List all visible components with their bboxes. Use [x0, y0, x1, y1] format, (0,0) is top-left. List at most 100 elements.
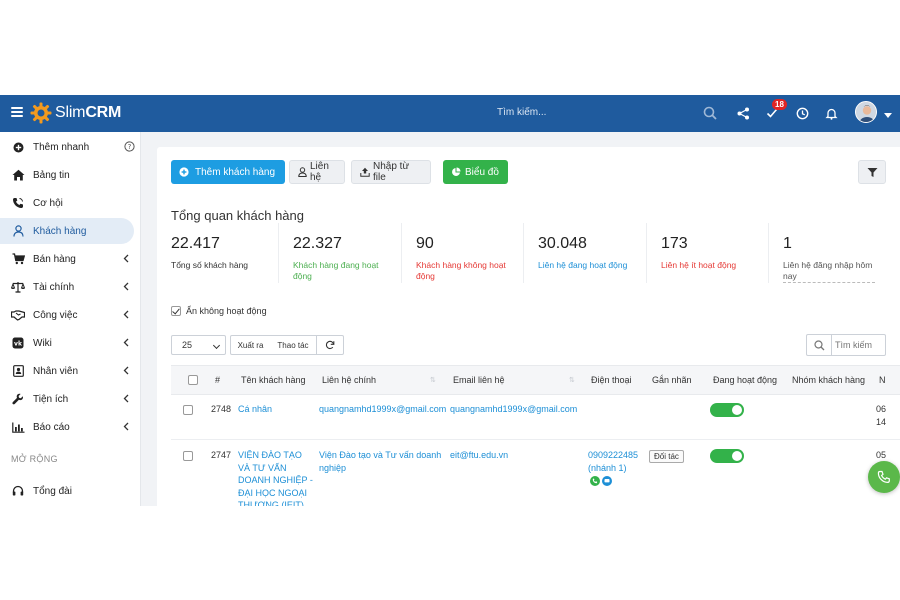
sidebar-item-finance[interactable]: Tài chính — [0, 274, 141, 300]
col-next[interactable]: N — [879, 375, 886, 385]
select-all-checkbox[interactable] — [188, 375, 198, 385]
contact-link[interactable]: Viện Đào tạo và Tư vấn doanh nghiệp — [319, 449, 445, 474]
table-search[interactable] — [806, 334, 886, 356]
chevron-left-icon — [123, 282, 129, 294]
stat-card[interactable]: 22.417 Tổng số khách hàng — [171, 235, 271, 291]
sidebar-item-label: Tiện ích — [33, 393, 69, 405]
plus-circle-icon — [179, 167, 189, 177]
stat-value: 22.417 — [171, 235, 220, 252]
sort-icon[interactable]: ⇅ — [569, 376, 575, 384]
stat-card[interactable]: 30.048 Liên hệ đang hoạt động — [538, 235, 638, 291]
tag-badge[interactable]: Đối tác — [649, 450, 684, 463]
sort-icon[interactable]: ⇅ — [430, 376, 436, 384]
sidebar-item-call-center[interactable]: Tổng đài — [0, 478, 141, 504]
sidebar-item-wiki[interactable]: vk Wiki — [0, 330, 141, 356]
sidebar-item-label: Công việc — [33, 309, 78, 321]
sidebar-item-tasks[interactable]: Công việc — [0, 302, 141, 328]
page-size-select[interactable]: 25 — [171, 335, 226, 355]
logo-crm: CRM — [85, 104, 122, 121]
col-phone[interactable]: Điện thoại — [591, 375, 632, 385]
col-tags[interactable]: Gắn nhãn — [652, 375, 692, 385]
stat-label: Khách hàng không hoạt động — [416, 260, 506, 281]
phone-link[interactable]: 0909222485 (nhánh 1) — [588, 449, 644, 474]
customer-name-link[interactable]: VIỆN ĐÀO TẠO VÀ TƯ VẤN DOANH NGHIỆP - ĐẠ… — [238, 449, 314, 506]
help-icon[interactable]: ? — [124, 141, 135, 155]
stat-card[interactable]: 1 Liên hệ đăng nhập hôm nay — [783, 235, 875, 291]
contact-link[interactable]: quangnamhd1999x@gmail.com — [319, 403, 446, 416]
stat-card[interactable]: 90 Khách hàng không hoạt động — [416, 235, 516, 291]
hide-inactive-filter[interactable]: Ẩn không hoạt động — [171, 306, 267, 316]
sidebar-item-utilities[interactable]: Tiện ích — [0, 386, 141, 412]
stat-card[interactable]: 22.327 Khách hàng đang hoạt động — [293, 235, 393, 291]
svg-text:vk: vk — [14, 340, 23, 347]
phone-call-icon[interactable] — [590, 476, 600, 486]
sidebar-item-staff[interactable]: Nhân viên — [0, 358, 141, 384]
logo[interactable]: SlimCRM — [30, 101, 121, 125]
stat-card[interactable]: 173 Liên hệ ít hoạt động — [661, 235, 761, 291]
share-icon[interactable] — [734, 104, 752, 122]
user-menu-caret-icon[interactable] — [884, 113, 892, 118]
headset-icon — [11, 484, 25, 498]
email-link[interactable]: eit@ftu.edu.vn — [450, 449, 508, 462]
col-customer-name[interactable]: Tên khách hàng — [241, 375, 306, 385]
active-toggle[interactable] — [710, 403, 744, 417]
col-customer-group[interactable]: Nhóm khách hàng — [792, 375, 865, 385]
clock-icon[interactable] — [793, 104, 811, 122]
sidebar-item-quick-add[interactable]: Thêm nhanh ? — [0, 134, 141, 160]
call-fab-button[interactable] — [868, 461, 900, 493]
search-icon[interactable] — [807, 335, 832, 355]
search-icon[interactable] — [701, 104, 719, 122]
refresh-button[interactable] — [317, 335, 344, 355]
contacts-button[interactable]: Liên hệ — [289, 160, 345, 184]
export-button[interactable]: Xuất ra — [230, 335, 271, 355]
row-checkbox[interactable] — [183, 451, 193, 461]
bell-icon[interactable] — [822, 104, 840, 122]
table-search-input[interactable] — [835, 338, 883, 352]
add-customer-label: Thêm khách hàng — [195, 166, 276, 178]
actions-button[interactable]: Thao tác — [270, 335, 317, 355]
avatar[interactable] — [855, 101, 877, 123]
add-customer-button[interactable]: Thêm khách hàng — [171, 160, 285, 184]
scale-icon — [11, 280, 25, 294]
plus-circle-icon — [11, 140, 25, 154]
col-contact-email[interactable]: Email liên hệ — [453, 375, 505, 385]
row-date: 05 — [876, 450, 887, 460]
user-icon — [11, 224, 25, 238]
sidebar-section-extensions: MỞ RỘNG — [11, 454, 58, 464]
id-card-icon — [11, 364, 25, 378]
import-file-button[interactable]: Nhập từ file — [351, 160, 431, 184]
col-active[interactable]: Đang hoạt động — [713, 375, 777, 385]
email-link[interactable]: quangnamhd1999x@gmail.com — [450, 403, 577, 416]
row-id: 2748 — [211, 404, 232, 414]
row-checkbox[interactable] — [183, 405, 193, 415]
table-row[interactable]: 2747 VIỆN ĐÀO TẠO VÀ TƯ VẤN DOANH NGHIỆP… — [171, 440, 900, 506]
sidebar-item-reports[interactable]: Báo cáo — [0, 414, 141, 440]
chart-button[interactable]: Biểu đồ — [443, 160, 508, 184]
customer-name-link[interactable]: Cá nhân — [238, 403, 272, 416]
table-row[interactable]: 2748 Cá nhân quangnamhd1999x@gmail.com q… — [171, 395, 900, 440]
contacts-label: Liên hệ — [310, 161, 329, 183]
hide-inactive-checkbox[interactable] — [171, 306, 181, 316]
sidebar-item-newsfeed[interactable]: Bảng tin — [0, 162, 141, 188]
stat-divider — [646, 223, 647, 283]
active-toggle[interactable] — [710, 449, 744, 463]
stat-value: 30.048 — [538, 235, 587, 252]
hide-inactive-label: Ẩn không hoạt động — [186, 306, 267, 316]
col-index[interactable]: # — [215, 375, 220, 385]
stat-divider — [401, 223, 402, 283]
handshake-icon — [11, 308, 25, 322]
col-main-contact[interactable]: Liên hệ chính — [322, 375, 376, 385]
crm-app: SlimCRM Tìm kiếm... 18 Thêm nhanh ? Bảng… — [0, 95, 900, 506]
svg-text:?: ? — [128, 143, 132, 151]
filter-button[interactable] — [858, 160, 886, 184]
sidebar-item-opportunities[interactable]: Cơ hội — [0, 190, 141, 216]
sidebar-item-sales[interactable]: Bán hàng — [0, 246, 141, 272]
global-search[interactable]: Tìm kiếm... — [497, 107, 546, 118]
page-size-value: 25 — [182, 340, 193, 350]
chat-icon[interactable] — [602, 476, 612, 486]
row-id: 2747 — [211, 450, 232, 460]
pie-chart-icon — [451, 167, 461, 177]
sidebar-item-customers[interactable]: Khách hàng — [0, 218, 134, 244]
stat-label: Tổng số khách hàng — [171, 260, 249, 270]
menu-icon[interactable] — [11, 107, 23, 117]
